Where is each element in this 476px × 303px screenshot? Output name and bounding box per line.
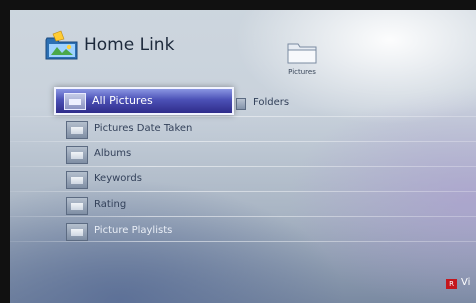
- row-divider: [10, 216, 476, 217]
- folder-icon: [64, 93, 86, 110]
- row-divider: [10, 241, 476, 242]
- folder-icon: [66, 121, 88, 139]
- menu-item-label: Albums: [94, 148, 132, 159]
- folder-icon: [66, 197, 88, 215]
- screen-frame-top: [0, 0, 476, 10]
- folder-icon: [66, 146, 88, 164]
- screen-frame-left: [0, 0, 10, 303]
- row-divider: [10, 166, 476, 167]
- row-divider: [10, 191, 476, 192]
- folder-icon: [236, 98, 246, 110]
- menu-item-label: Rating: [94, 199, 127, 210]
- row-divider: [10, 141, 476, 142]
- pictures-folder-label: Pictures: [288, 68, 316, 76]
- menu-item-all-pictures[interactable]: All Pictures: [54, 87, 234, 115]
- home-link-logo-icon: [45, 30, 78, 60]
- folder-icon: [66, 171, 88, 189]
- red-key-action-label[interactable]: Vi: [461, 277, 470, 288]
- folders-tab-label: Folders: [253, 97, 290, 108]
- menu-item-label: All Pictures: [92, 94, 153, 107]
- folder-icon: [66, 223, 88, 241]
- red-key-badge: R: [446, 279, 457, 289]
- menu-item-label: Pictures Date Taken: [94, 123, 193, 134]
- row-divider: [10, 116, 476, 117]
- pictures-folder-icon[interactable]: [287, 40, 317, 64]
- app-title: Home Link: [84, 35, 175, 55]
- menu-item-label: Keywords: [94, 173, 142, 184]
- menu-item-label: Picture Playlists: [94, 225, 173, 236]
